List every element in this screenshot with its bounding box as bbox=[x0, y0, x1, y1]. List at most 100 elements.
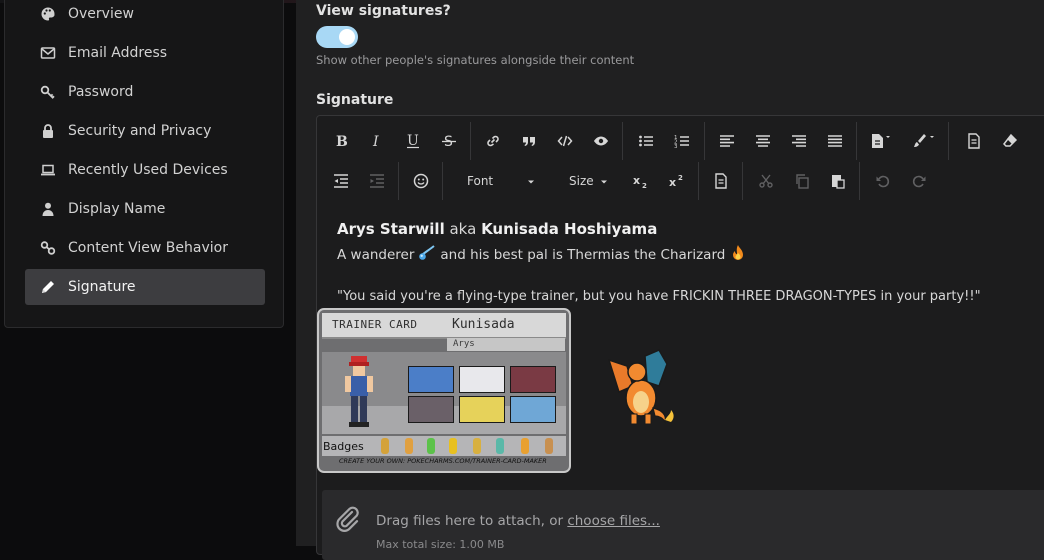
link-icon[interactable] bbox=[480, 128, 506, 154]
cut-icon[interactable] bbox=[753, 168, 779, 194]
signature-wanderer-text: A wanderer bbox=[337, 247, 415, 263]
sidebar-item-label: Security and Privacy bbox=[68, 123, 212, 139]
account-sidebar: Overview Email Address Password Security… bbox=[4, 0, 284, 328]
attach-dropzone[interactable]: Drag files here to attach, or choose fil… bbox=[322, 490, 1044, 560]
editor-toolbar: B I U S 123 bbox=[317, 116, 1044, 204]
envelope-icon bbox=[40, 45, 56, 61]
align-left-icon[interactable] bbox=[714, 128, 740, 154]
subscript-icon[interactable]: x2 bbox=[628, 168, 654, 194]
toolbar-divider bbox=[470, 122, 471, 160]
pencil-icon bbox=[40, 279, 56, 295]
code-icon[interactable] bbox=[552, 128, 578, 154]
svg-text:x: x bbox=[633, 174, 640, 187]
sidebar-item-label: Content View Behavior bbox=[68, 240, 228, 256]
sidebar-item-display-name[interactable]: Display Name bbox=[25, 191, 265, 227]
charizard-sprite-icon bbox=[607, 349, 674, 425]
settings-main: View signatures? Show other people's sig… bbox=[296, 0, 1044, 560]
paste-icon[interactable] bbox=[825, 168, 851, 194]
superscript-icon[interactable]: x2 bbox=[664, 168, 690, 194]
svg-text:B: B bbox=[336, 134, 348, 148]
sidebar-item-password[interactable]: Password bbox=[25, 74, 265, 110]
size-dropdown[interactable]: Size bbox=[569, 168, 608, 194]
trainer-card-image: TRAINER CARD Kunisada Arys Badges CREATE… bbox=[317, 308, 571, 473]
trainer-card-badges-label: Badges bbox=[323, 440, 364, 453]
copy-icon[interactable] bbox=[789, 168, 815, 194]
party-pokemon-slot bbox=[408, 396, 454, 423]
font-dropdown[interactable]: Font bbox=[467, 168, 535, 194]
party-pokemon-slot bbox=[459, 366, 505, 393]
toolbar-divider bbox=[698, 162, 699, 200]
align-justify-icon[interactable] bbox=[822, 128, 848, 154]
bullet-list-icon[interactable] bbox=[633, 128, 659, 154]
numbered-list-icon[interactable]: 123 bbox=[669, 128, 695, 154]
signature-aka: aka bbox=[444, 220, 482, 238]
svg-text:3: 3 bbox=[674, 144, 678, 149]
badge-icon bbox=[521, 438, 529, 454]
badge-icon bbox=[427, 438, 435, 454]
outdent-icon[interactable] bbox=[328, 168, 354, 194]
font-dropdown-label: Font bbox=[467, 174, 494, 188]
strikethrough-button[interactable]: S bbox=[436, 128, 462, 154]
toolbar-divider bbox=[442, 162, 443, 200]
toolbar-divider bbox=[622, 122, 623, 160]
palette-icon bbox=[40, 6, 56, 22]
sidebar-item-signature[interactable]: Signature bbox=[25, 269, 265, 305]
eraser-icon[interactable] bbox=[997, 128, 1023, 154]
signature-quote: "You said you're a flying-type trainer, … bbox=[337, 289, 981, 304]
source-document-icon[interactable] bbox=[961, 128, 987, 154]
user-icon bbox=[40, 201, 56, 217]
svg-text:I: I bbox=[372, 134, 379, 148]
eye-icon[interactable] bbox=[588, 128, 614, 154]
trainer-card-sub: Arys bbox=[447, 338, 565, 351]
indent-icon[interactable] bbox=[364, 168, 390, 194]
attach-prompt: Drag files here to attach, or choose fil… bbox=[376, 513, 660, 529]
sidebar-item-overview[interactable]: Overview bbox=[25, 0, 265, 32]
toolbar-divider bbox=[398, 162, 399, 200]
comet-emoji-icon bbox=[418, 245, 436, 265]
choose-files-link[interactable]: choose files... bbox=[567, 513, 660, 529]
undo-icon[interactable] bbox=[870, 168, 896, 194]
style-brush-icon[interactable] bbox=[911, 128, 937, 154]
party-pokemon-slot bbox=[459, 396, 505, 423]
template-document-icon[interactable] bbox=[708, 168, 734, 194]
fire-emoji-icon bbox=[729, 244, 747, 266]
chevron-down-icon bbox=[527, 174, 535, 188]
party-pokemon-slot bbox=[510, 366, 556, 393]
view-signatures-toggle[interactable] bbox=[316, 26, 358, 48]
trainer-card-name: Kunisada bbox=[452, 317, 515, 332]
sidebar-item-content-view[interactable]: Content View Behavior bbox=[25, 230, 265, 266]
badge-icon bbox=[473, 438, 481, 454]
italic-button[interactable]: I bbox=[364, 128, 390, 154]
insert-menu-icon[interactable] bbox=[867, 128, 893, 154]
underline-button[interactable]: U bbox=[400, 128, 426, 154]
quote-icon[interactable] bbox=[516, 128, 542, 154]
sidebar-item-label: Email Address bbox=[68, 45, 168, 61]
signature-charizard-text: and his best pal is Thermias the Chariza… bbox=[440, 247, 726, 263]
chevron-down-icon bbox=[600, 174, 608, 188]
trainer-card-footer: CREATE YOUR OWN: POKECHARMS.COM/TRAINER-… bbox=[339, 457, 547, 465]
party-pokemon-slot bbox=[408, 366, 454, 393]
svg-text:x: x bbox=[669, 176, 676, 189]
toolbar-divider bbox=[859, 162, 860, 200]
badge-icon bbox=[449, 438, 457, 454]
link-icon bbox=[40, 240, 56, 256]
badge-icon bbox=[496, 438, 504, 454]
sidebar-item-email-address[interactable]: Email Address bbox=[25, 35, 265, 71]
laptop-icon bbox=[40, 162, 56, 178]
view-signatures-label: View signatures? bbox=[316, 3, 451, 19]
bold-button[interactable]: B bbox=[328, 128, 354, 154]
badge-icon bbox=[381, 438, 389, 454]
redo-icon[interactable] bbox=[906, 168, 932, 194]
signature-label: Signature bbox=[316, 92, 394, 108]
toolbar-divider bbox=[948, 122, 949, 160]
sidebar-item-label: Signature bbox=[68, 279, 136, 295]
align-center-icon[interactable] bbox=[750, 128, 776, 154]
align-right-icon[interactable] bbox=[786, 128, 812, 154]
svg-text:2: 2 bbox=[642, 182, 647, 189]
sidebar-item-recent-devices[interactable]: Recently Used Devices bbox=[25, 152, 265, 188]
smiley-icon[interactable] bbox=[408, 168, 434, 194]
sidebar-item-label: Overview bbox=[68, 6, 134, 22]
sidebar-item-security-privacy[interactable]: Security and Privacy bbox=[25, 113, 265, 149]
lock-icon bbox=[40, 123, 56, 139]
attach-prompt-text: Drag files here to attach, or bbox=[376, 513, 568, 529]
